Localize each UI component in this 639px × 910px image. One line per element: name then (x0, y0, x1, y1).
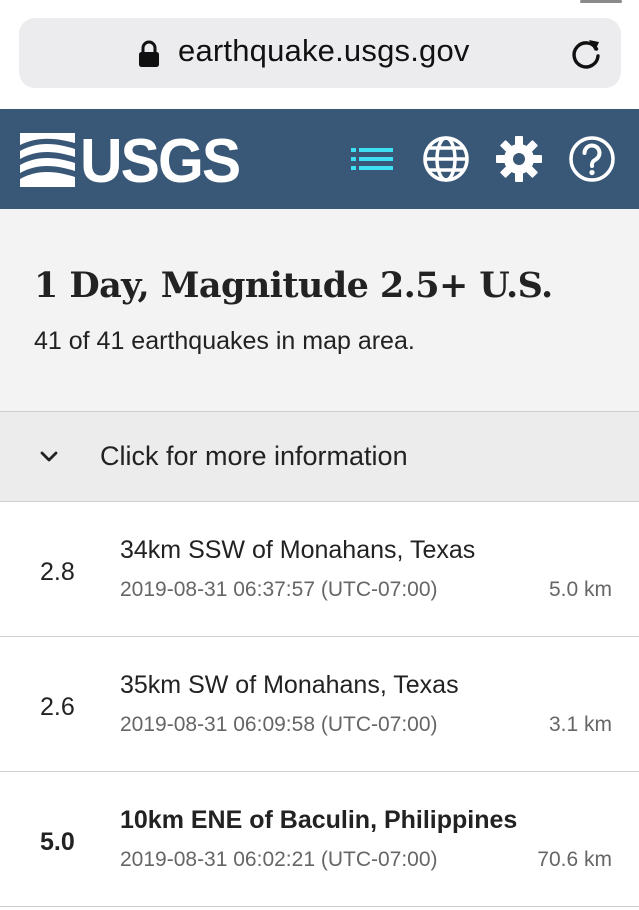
magnitude: 5.0 (40, 828, 75, 856)
depth: 5.0 km (548, 578, 612, 601)
app-header: USGS (0, 109, 639, 209)
earthquake-row[interactable]: 5.0 10km ENE of Baculin, Philippines 201… (0, 772, 639, 907)
globe-icon[interactable] (421, 134, 471, 184)
timestamp: 2019-08-31 06:37:57 (UTC-07:00) (120, 578, 438, 601)
magnitude: 2.6 (40, 693, 75, 721)
depth: 70.6 km (537, 848, 612, 871)
location: 34km SSW of Monahans, Texas (120, 536, 476, 564)
lock-icon (139, 40, 159, 67)
usgs-logo-icon[interactable] (20, 131, 75, 187)
page-title: 1 Day, Magnitude 2.5+ U.S. (34, 265, 553, 306)
earthquake-row[interactable]: 2.8 34km SSW of Monahans, Texas 2019-08-… (0, 502, 639, 637)
location: 35km SW of Monahans, Texas (120, 671, 459, 699)
help-icon[interactable] (567, 134, 617, 184)
summary-panel: 1 Day, Magnitude 2.5+ U.S. 41 of 41 eart… (0, 209, 639, 411)
list-icon[interactable] (347, 134, 397, 184)
earthquake-list: 2.8 34km SSW of Monahans, Texas 2019-08-… (0, 502, 639, 907)
magnitude: 2.8 (40, 558, 75, 586)
depth: 3.1 km (548, 713, 612, 736)
more-info-toggle[interactable]: Click for more information (0, 411, 639, 502)
usgs-logo-text[interactable]: USGS (80, 126, 241, 197)
status-sliver (580, 0, 622, 3)
timestamp: 2019-08-31 06:02:21 (UTC-07:00) (120, 848, 438, 871)
gear-icon[interactable] (494, 134, 544, 184)
earthquake-row[interactable]: 2.6 35km SW of Monahans, Texas 2019-08-3… (0, 637, 639, 772)
browser-bar: earthquake.usgs.gov (0, 0, 639, 109)
reload-icon[interactable] (568, 36, 604, 72)
url-text[interactable]: earthquake.usgs.gov (178, 33, 470, 69)
timestamp: 2019-08-31 06:09:58 (UTC-07:00) (120, 713, 438, 736)
earthquake-count: 41 of 41 earthquakes in map area. (34, 327, 415, 355)
chevron-down-icon (40, 451, 58, 462)
location: 10km ENE of Baculin, Philippines (120, 806, 518, 834)
more-info-label: Click for more information (100, 441, 408, 471)
